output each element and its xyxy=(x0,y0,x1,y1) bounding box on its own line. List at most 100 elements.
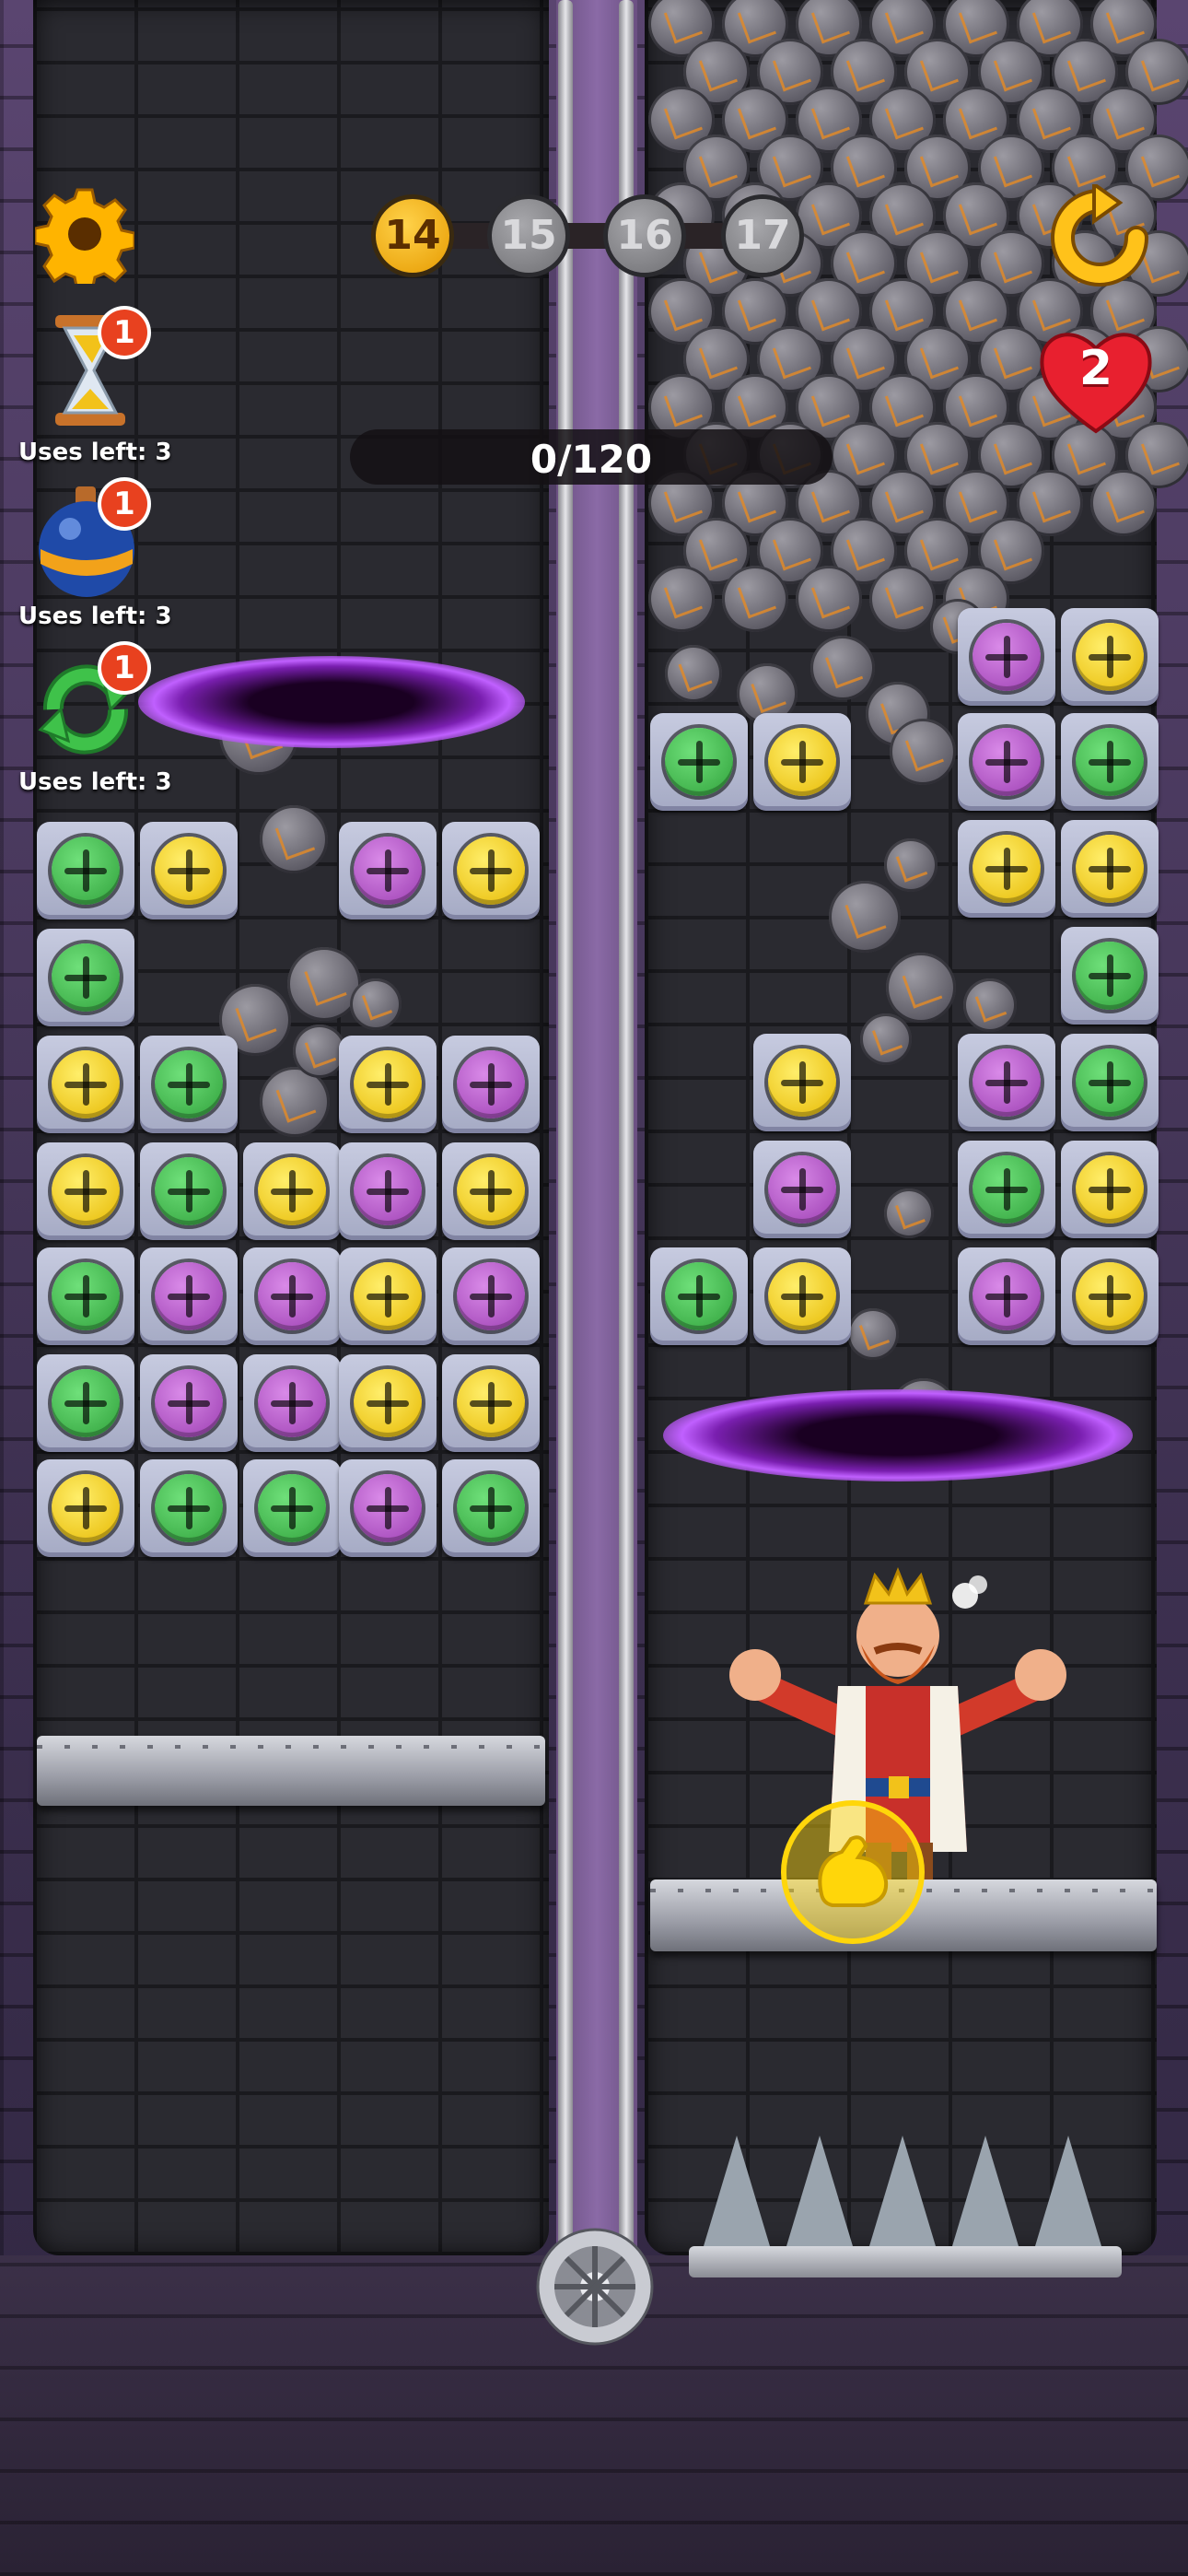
level-indicator-17: 17 xyxy=(726,199,799,273)
screw-tile[interactable] xyxy=(140,1142,238,1240)
rock xyxy=(829,881,901,953)
spike xyxy=(704,2136,770,2246)
screw-tile[interactable] xyxy=(339,1354,437,1452)
screw-tile[interactable] xyxy=(243,1354,341,1452)
screw-plus-icon xyxy=(258,1474,326,1542)
screw-tile[interactable] xyxy=(650,713,748,811)
screw-plus-icon xyxy=(354,1474,422,1542)
screw-tile[interactable] xyxy=(339,1142,437,1240)
rock xyxy=(810,636,875,700)
screw-tile[interactable] xyxy=(1061,927,1159,1025)
rock xyxy=(722,566,788,632)
screw-plus-icon xyxy=(354,837,422,905)
pillar-gear-icon[interactable] xyxy=(527,2219,663,2355)
rock xyxy=(260,805,328,873)
screw-tile[interactable] xyxy=(140,1247,238,1345)
screw-tile[interactable] xyxy=(753,1141,851,1238)
screw-tile[interactable] xyxy=(37,1459,134,1557)
screw-tile[interactable] xyxy=(753,1034,851,1131)
screw-tile[interactable] xyxy=(1061,713,1159,811)
powerup-bomb[interactable]: 1 Uses left: 3 xyxy=(17,479,172,636)
spike-trap xyxy=(689,2136,1122,2283)
screw-tile[interactable] xyxy=(442,1354,540,1452)
screw-tile[interactable] xyxy=(37,1354,134,1452)
screw-tile[interactable] xyxy=(37,1142,134,1240)
right-portal xyxy=(663,1389,1133,1481)
screw-tile[interactable] xyxy=(442,1247,540,1345)
screw-tile[interactable] xyxy=(140,1354,238,1452)
screw-plus-icon xyxy=(258,1369,326,1437)
screw-tile[interactable] xyxy=(958,1141,1055,1238)
screw-plus-icon xyxy=(52,1157,120,1225)
screw-tile[interactable] xyxy=(243,1459,341,1557)
screw-tile[interactable] xyxy=(958,820,1055,918)
screw-tile[interactable] xyxy=(339,822,437,919)
screw-plus-icon xyxy=(155,1369,223,1437)
screw-plus-icon xyxy=(457,1157,525,1225)
right-rail xyxy=(619,0,634,2248)
screw-tile[interactable] xyxy=(442,1459,540,1557)
rock xyxy=(869,566,936,632)
screw-tile[interactable] xyxy=(339,1247,437,1345)
screw-plus-icon xyxy=(457,1474,525,1542)
screw-tile[interactable] xyxy=(339,1036,437,1133)
screw-plus-icon xyxy=(1076,1155,1144,1224)
screw-plus-icon xyxy=(768,728,836,796)
powerup-uses-label: Uses left: 3 xyxy=(18,603,172,630)
screw-tile[interactable] xyxy=(753,713,851,811)
screw-tile[interactable] xyxy=(1061,820,1159,918)
powerup-shuffle[interactable]: 1 Uses left: 3 xyxy=(17,645,172,802)
screw-plus-icon xyxy=(1076,623,1144,691)
settings-gear-button[interactable] xyxy=(33,184,136,292)
screw-tile[interactable] xyxy=(37,1247,134,1345)
screw-plus-icon xyxy=(52,1050,120,1118)
flexed-arm-icon[interactable] xyxy=(786,1806,919,1938)
screw-tile[interactable] xyxy=(37,1036,134,1133)
screw-plus-icon xyxy=(973,1262,1041,1330)
screw-plus-icon xyxy=(1076,1262,1144,1330)
screw-plus-icon xyxy=(155,1157,223,1225)
screw-plus-icon xyxy=(155,837,223,905)
screw-plus-icon xyxy=(768,1048,836,1117)
screw-tile[interactable] xyxy=(243,1247,341,1345)
screw-tile[interactable] xyxy=(442,1142,540,1240)
restart-icon xyxy=(1051,181,1148,287)
powerup-badge: 1 xyxy=(101,481,147,527)
screw-plus-icon xyxy=(768,1155,836,1224)
screw-tile[interactable] xyxy=(140,1036,238,1133)
screw-plus-icon xyxy=(973,623,1041,691)
screw-tile[interactable] xyxy=(243,1142,341,1240)
powerup-uses-label: Uses left: 3 xyxy=(18,768,172,796)
screw-tile[interactable] xyxy=(1061,1141,1159,1238)
screw-tile[interactable] xyxy=(1061,1247,1159,1345)
screw-tile[interactable] xyxy=(958,608,1055,706)
screw-plus-icon xyxy=(52,1369,120,1437)
spike xyxy=(952,2136,1019,2246)
screw-tile[interactable] xyxy=(958,1247,1055,1345)
screw-tile[interactable] xyxy=(339,1459,437,1557)
screw-tile[interactable] xyxy=(37,822,134,919)
screw-tile[interactable] xyxy=(958,1034,1055,1131)
screw-tile[interactable] xyxy=(1061,1034,1159,1131)
screw-plus-icon xyxy=(768,1262,836,1330)
rock xyxy=(796,566,862,632)
screw-tile[interactable] xyxy=(442,1036,540,1133)
screw-plus-icon xyxy=(354,1369,422,1437)
rock xyxy=(886,953,956,1023)
screw-tile[interactable] xyxy=(958,713,1055,811)
restart-button[interactable] xyxy=(1046,181,1153,291)
screw-tile[interactable] xyxy=(753,1247,851,1345)
screw-tile[interactable] xyxy=(442,822,540,919)
screw-plus-icon xyxy=(155,1262,223,1330)
screw-tile[interactable] xyxy=(140,822,238,919)
screw-plus-icon xyxy=(1076,835,1144,903)
screw-plus-icon xyxy=(457,1369,525,1437)
screw-plus-icon xyxy=(665,728,733,796)
collection-progress-text: 0/120 xyxy=(530,437,653,482)
screw-tile[interactable] xyxy=(37,929,134,1026)
screw-tile[interactable] xyxy=(140,1459,238,1557)
lives-count: 2 xyxy=(1078,341,1113,396)
screw-tile[interactable] xyxy=(1061,608,1159,706)
powerup-hourglass[interactable]: 1 Uses left: 3 xyxy=(17,310,172,472)
screw-tile[interactable] xyxy=(650,1247,748,1345)
